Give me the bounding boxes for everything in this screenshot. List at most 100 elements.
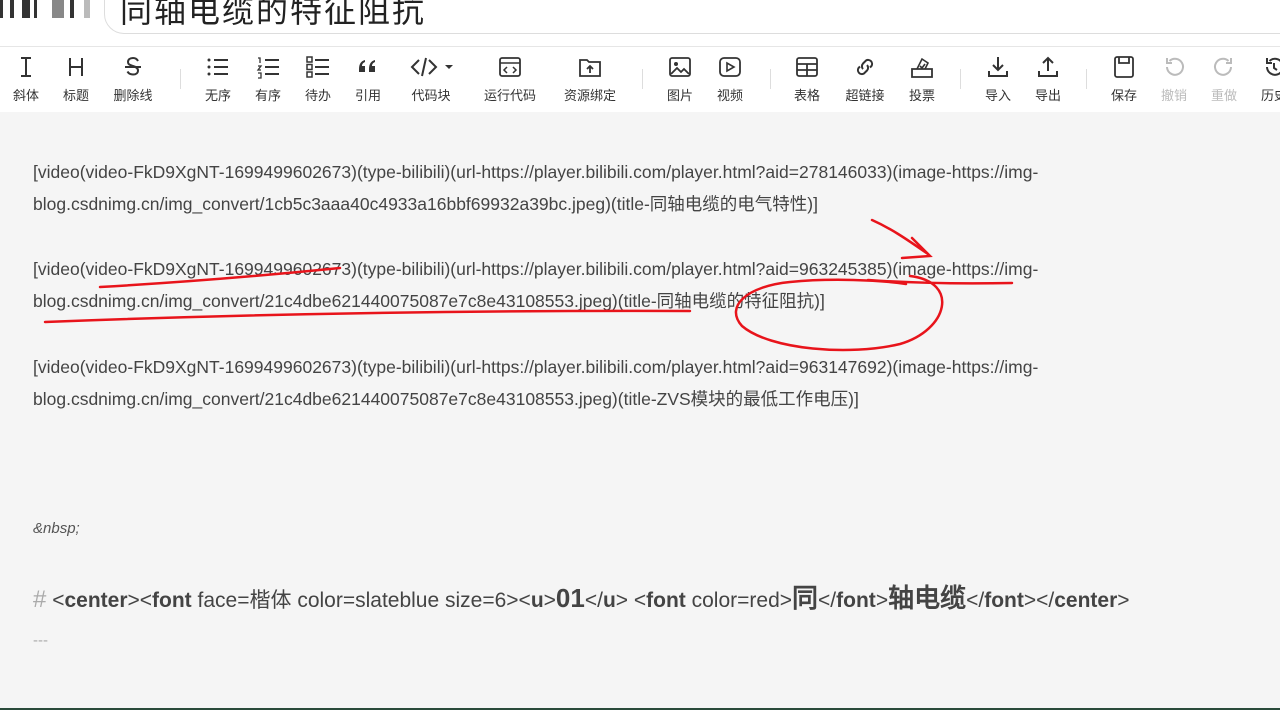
history-button[interactable]: 历史: [1254, 55, 1280, 105]
save-label: 保存: [1110, 88, 1137, 103]
center-close-tag: center: [1054, 589, 1118, 612]
nbsp-line[interactable]: &nbsp;: [33, 520, 80, 537]
image-icon: [660, 55, 700, 81]
heading-punct: <: [52, 589, 65, 612]
article-title-input[interactable]: 同轴电缆的特征阻抗: [120, 0, 426, 32]
image-button[interactable]: 图片: [660, 55, 700, 105]
undo-label: 撤销: [1160, 88, 1187, 103]
heading-rest-text: 轴电缆: [888, 583, 967, 613]
download-icon: [978, 55, 1018, 81]
video-label: 视频: [716, 88, 743, 103]
toolbar-divider: [180, 69, 181, 89]
toolbar-divider: [770, 69, 771, 89]
export-button[interactable]: 导出: [1028, 55, 1068, 105]
editor-toolbar: 斜体 标题 删除线 无序 有序 待办 引用 代码块 运行代码 资源绑定 图片 视…: [0, 46, 1280, 114]
strikethrough-button[interactable]: 删除线: [106, 55, 160, 105]
heading-punct: ></: [1023, 589, 1055, 612]
history-label: 历史: [1260, 88, 1280, 103]
ordered-list-icon: [248, 55, 288, 81]
heading-punct: > <: [615, 589, 647, 612]
heading-hash: #: [33, 586, 47, 613]
undo-button[interactable]: 撤销: [1154, 55, 1194, 105]
strikethrough-label: 删除线: [113, 88, 153, 103]
save-button[interactable]: 保存: [1104, 55, 1144, 105]
horizontal-rule-markdown[interactable]: ---: [33, 632, 48, 649]
heading-punct: </: [584, 589, 603, 612]
font-attrs-2: color=red>: [685, 589, 793, 612]
checklist-icon: [298, 55, 338, 81]
heading-punct: </: [966, 589, 985, 612]
todo-list-button[interactable]: 待办: [298, 55, 338, 105]
video-embed-line-1[interactable]: [video(video-FkD9XgNT-1699499602673)(typ…: [33, 156, 1193, 220]
run-code-button[interactable]: 运行代码: [478, 55, 542, 105]
font-attrs: face=楷体 color=slateblue size=6><: [191, 589, 531, 612]
heading-button[interactable]: 标题: [56, 55, 96, 105]
u-close-tag: u: [602, 589, 616, 612]
strikethrough-icon: [106, 55, 160, 81]
resource-bind-button[interactable]: 资源绑定: [558, 55, 622, 105]
heading-punct: ><: [127, 589, 153, 612]
heading-label: 标题: [62, 88, 89, 103]
export-label: 导出: [1034, 88, 1061, 103]
save-icon: [1104, 55, 1144, 81]
ordered-list-button[interactable]: 有序: [248, 55, 288, 105]
font-tag-2: font: [646, 589, 686, 612]
table-icon: [786, 55, 828, 81]
logo: [0, 0, 100, 18]
import-button[interactable]: 导入: [978, 55, 1018, 105]
video-icon: [710, 55, 750, 81]
markdown-heading-line[interactable]: # <center><font face=楷体 color=slateblue …: [33, 578, 1130, 615]
image-label: 图片: [666, 88, 693, 103]
code-icon: [404, 55, 458, 81]
toolbar-divider: [960, 69, 961, 89]
vote-label: 投票: [908, 88, 935, 103]
ordered-list-label: 有序: [254, 88, 281, 103]
table-label: 表格: [793, 88, 820, 103]
code-block-button[interactable]: 代码块: [404, 55, 458, 105]
video-button[interactable]: 视频: [710, 55, 750, 105]
video-embed-line-2[interactable]: [video(video-FkD9XgNT-1699499602673)(typ…: [33, 253, 1193, 317]
heading-punct: </: [818, 589, 837, 612]
quote-label: 引用: [354, 88, 381, 103]
link-icon: [838, 55, 892, 81]
undo-icon: [1154, 55, 1194, 81]
redo-icon: [1204, 55, 1244, 81]
redo-button[interactable]: 重做: [1204, 55, 1244, 105]
resource-bind-label: 资源绑定: [563, 88, 616, 103]
toolbar-divider: [642, 69, 643, 89]
vote-button[interactable]: 投票: [902, 55, 942, 105]
quote-button[interactable]: 引用: [348, 55, 388, 105]
import-label: 导入: [984, 88, 1011, 103]
unordered-list-label: 无序: [204, 88, 231, 103]
heading-punct: >: [543, 589, 556, 612]
font-close-tag: font: [836, 589, 876, 612]
video-embed-line-3[interactable]: [video(video-FkD9XgNT-1699499602673)(typ…: [33, 351, 1193, 415]
u-tag: u: [530, 589, 544, 612]
heading-char-tong: 同: [792, 583, 819, 613]
italic-label: 斜体: [12, 88, 39, 103]
italic-button[interactable]: 斜体: [6, 55, 46, 105]
code-block-label: 代码块: [411, 88, 451, 103]
quote-icon: [348, 55, 388, 81]
hyperlink-button[interactable]: 超链接: [838, 55, 892, 105]
markdown-editor[interactable]: [video(video-FkD9XgNT-1699499602673)(typ…: [0, 112, 1280, 708]
table-button[interactable]: 表格: [786, 55, 828, 105]
unordered-list-icon: [198, 55, 238, 81]
font-tag: font: [152, 589, 192, 612]
redo-label: 重做: [1210, 88, 1237, 103]
upload-icon: [1028, 55, 1068, 81]
todo-list-label: 待办: [304, 88, 331, 103]
ballot-box-icon: [902, 55, 942, 81]
heading-punct: >: [1117, 589, 1130, 612]
hyperlink-label: 超链接: [845, 88, 885, 103]
heading-icon: [56, 55, 96, 81]
history-icon: [1254, 55, 1280, 81]
toolbar-divider: [1086, 69, 1087, 89]
title-bar: 同轴电缆的特征阻抗: [0, 0, 1280, 46]
center-tag: center: [64, 589, 128, 612]
run-code-label: 运行代码: [483, 88, 536, 103]
heading-punct: >: [875, 589, 889, 612]
folder-upload-icon: [558, 55, 622, 81]
heading-number: 01: [555, 583, 585, 613]
unordered-list-button[interactable]: 无序: [198, 55, 238, 105]
